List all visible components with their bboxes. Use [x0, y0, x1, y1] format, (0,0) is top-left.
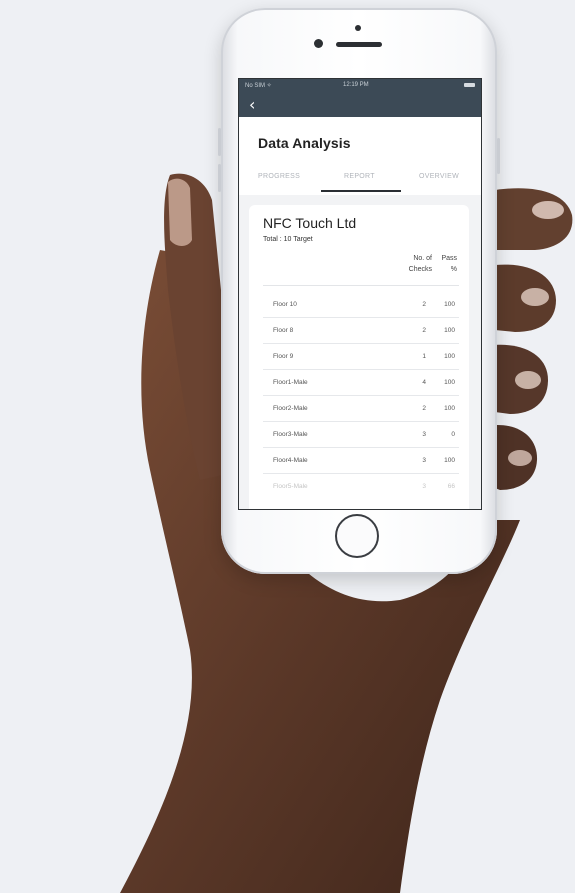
row-checks: 3: [422, 457, 426, 464]
page-title: Data Analysis: [258, 135, 351, 151]
row-name: Floor1-Male: [273, 379, 308, 386]
row-name: Floor2-Male: [273, 405, 308, 412]
row-checks: 3: [422, 483, 426, 490]
row-checks: 2: [422, 327, 426, 334]
status-bar: No SIM ✧ 12:19 PM: [239, 79, 481, 93]
table-row[interactable]: Floor 9 1 100: [263, 344, 459, 370]
row-pass: 100: [444, 405, 455, 412]
table-row[interactable]: Floor2-Male 2 100: [263, 396, 459, 422]
row-checks: 4: [422, 379, 426, 386]
row-pass: 0: [451, 431, 455, 438]
report-table: Floor 10 2 100 Floor 8 2 100 Floor 9 1 1…: [263, 292, 459, 490]
table-row[interactable]: Floor4-Male 3 100: [263, 448, 459, 474]
tab-report[interactable]: REPORT: [344, 173, 375, 180]
row-name: Floor3-Male: [273, 431, 308, 438]
phone-device: No SIM ✧ 12:19 PM ‹ Data Analysis PROGRE…: [218, 8, 500, 574]
row-pass: 100: [444, 327, 455, 334]
volume-button: [218, 164, 221, 192]
row-pass: 100: [444, 379, 455, 386]
home-button[interactable]: [335, 514, 379, 558]
tab-progress[interactable]: PROGRESS: [258, 173, 300, 180]
proximity-sensor: [355, 25, 361, 31]
row-pass: 66: [447, 483, 455, 490]
nav-bar: ‹: [239, 93, 481, 117]
total-target: Total : 10 Target: [263, 236, 313, 243]
row-checks: 1: [422, 353, 426, 360]
back-arrow-icon[interactable]: ‹: [249, 97, 255, 113]
report-card: NFC Touch Ltd Total : 10 Target No. of C…: [249, 205, 469, 509]
power-button: [497, 138, 500, 174]
carrier-label: No SIM ✧: [245, 83, 272, 89]
page-header: Data Analysis PROGRESS REPORT OVERVIEW: [239, 117, 481, 195]
tab-overview[interactable]: OVERVIEW: [419, 173, 459, 180]
row-name: Floor5-Male: [273, 483, 308, 490]
row-name: Floor4-Male: [273, 457, 308, 464]
row-pass: 100: [444, 457, 455, 464]
row-name: Floor 10: [273, 301, 297, 308]
clock-label: 12:19 PM: [343, 82, 369, 88]
row-checks: 3: [422, 431, 426, 438]
table-row[interactable]: Floor 10 2 100: [263, 292, 459, 318]
earpiece-speaker: [336, 42, 382, 47]
table-row[interactable]: Floor1-Male 4 100: [263, 370, 459, 396]
battery-icon: [464, 83, 475, 87]
row-name: Floor 8: [273, 327, 294, 334]
row-name: Floor 9: [273, 353, 294, 360]
header-divider: [263, 285, 459, 286]
table-row[interactable]: Floor3-Male 3 0: [263, 422, 459, 448]
company-name: NFC Touch Ltd: [263, 215, 357, 231]
tab-bar: PROGRESS REPORT OVERVIEW: [239, 169, 481, 193]
table-row[interactable]: Floor 8 2 100: [263, 318, 459, 344]
row-checks: 2: [422, 301, 426, 308]
active-tab-indicator: [321, 190, 401, 192]
table-row[interactable]: Floor5-Male 3 66: [263, 474, 459, 490]
column-header-pass: Pass %: [441, 255, 457, 273]
row-pass: 100: [444, 301, 455, 308]
front-camera-icon: [314, 39, 323, 48]
row-pass: 100: [444, 353, 455, 360]
row-checks: 2: [422, 405, 426, 412]
volume-button: [218, 128, 221, 156]
app-screen: No SIM ✧ 12:19 PM ‹ Data Analysis PROGRE…: [238, 78, 482, 510]
column-header-checks: No. of Checks: [408, 255, 432, 273]
